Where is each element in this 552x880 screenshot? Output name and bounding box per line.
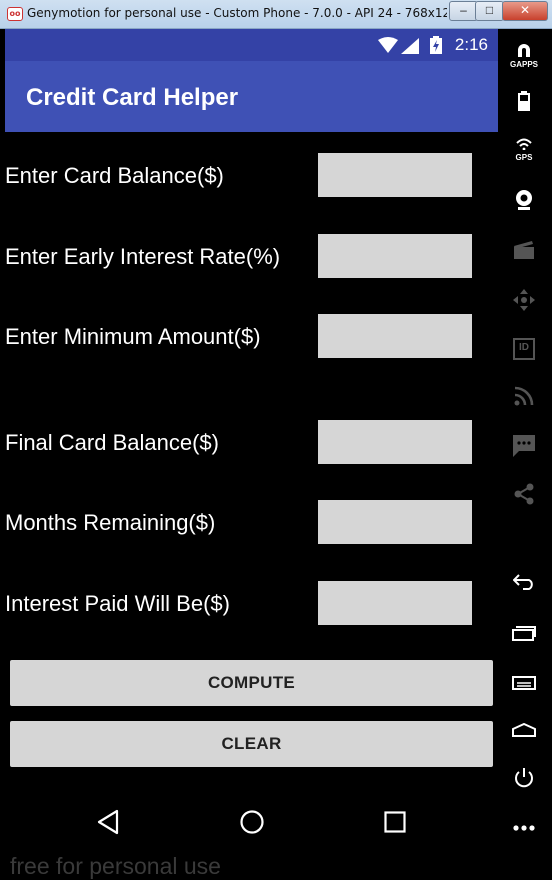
recents-icon[interactable] <box>384 811 406 833</box>
minimum-amount-input[interactable] <box>318 314 472 358</box>
compute-button[interactable]: COMPUTE <box>10 660 493 706</box>
gapps-caption: GAPPS <box>510 60 539 69</box>
wifi-icon <box>378 37 398 53</box>
share-icon[interactable] <box>510 483 538 510</box>
webcam-icon[interactable] <box>510 189 538 216</box>
card-balance-label: Enter Card Balance($) <box>5 163 224 188</box>
maximize-button[interactable]: □ <box>475 1 504 21</box>
window-title: Genymotion for personal use - Custom Pho… <box>27 6 447 20</box>
final-balance-output[interactable] <box>318 420 472 464</box>
interest-rate-label: Enter Early Interest Rate(%) <box>5 244 281 269</box>
screencast-icon[interactable] <box>510 241 538 264</box>
close-window-button[interactable]: ✕ <box>502 1 548 21</box>
gapps-icon[interactable]: GAPPS <box>510 43 538 69</box>
minimize-button[interactable]: – <box>449 1 478 21</box>
app-title: Credit Card Helper <box>26 84 239 111</box>
genymotion-logo-icon: oo <box>7 7 23 21</box>
home-icon[interactable] <box>239 809 265 835</box>
months-remaining-output[interactable] <box>318 500 472 544</box>
device-id-caption: ID <box>519 342 529 353</box>
back-icon[interactable] <box>97 809 119 835</box>
interest-paid-label: Interest Paid Will Be($) <box>5 591 230 616</box>
months-remaining-label: Months Remaining($) <box>5 510 216 535</box>
phone-screen: 2:16 Credit Card Helper Enter Card Balan… <box>5 29 498 879</box>
recent-apps-key-icon[interactable] <box>510 625 538 646</box>
menu-key-icon[interactable] <box>510 676 538 695</box>
cell-signal-icon <box>401 38 419 54</box>
app-toolbar: Credit Card Helper <box>5 61 498 132</box>
final-balance-label: Final Card Balance($) <box>5 430 219 455</box>
clear-button[interactable]: CLEAR <box>10 721 493 767</box>
home-key-icon[interactable] <box>510 722 538 742</box>
rss-icon[interactable] <box>510 386 538 411</box>
emulator-sidebar: GAPPS GPS ID <box>498 29 552 858</box>
minimum-amount-label: Enter Minimum Amount($) <box>5 324 261 349</box>
back-key-icon[interactable] <box>510 574 538 595</box>
gps-caption: GPS <box>515 153 533 162</box>
battery-icon <box>430 36 442 54</box>
gps-icon[interactable]: GPS <box>510 137 538 162</box>
status-time: 2:16 <box>454 35 488 54</box>
watermark-text: free for personal use <box>10 853 221 879</box>
emulator-window-titlebar: oo Genymotion for personal use - Custom … <box>0 0 552 29</box>
interest-paid-output[interactable] <box>318 581 472 625</box>
dpad-icon[interactable] <box>510 289 538 316</box>
power-key-icon[interactable] <box>510 767 538 794</box>
card-balance-input[interactable] <box>318 153 472 197</box>
battery-control-icon[interactable] <box>510 91 538 116</box>
device-id-icon[interactable]: ID <box>510 338 538 365</box>
android-nav-bar <box>5 797 498 851</box>
status-bar: 2:16 <box>5 29 498 61</box>
interest-rate-input[interactable] <box>318 234 472 278</box>
sms-icon[interactable] <box>510 435 538 462</box>
more-options-icon[interactable] <box>510 819 538 837</box>
